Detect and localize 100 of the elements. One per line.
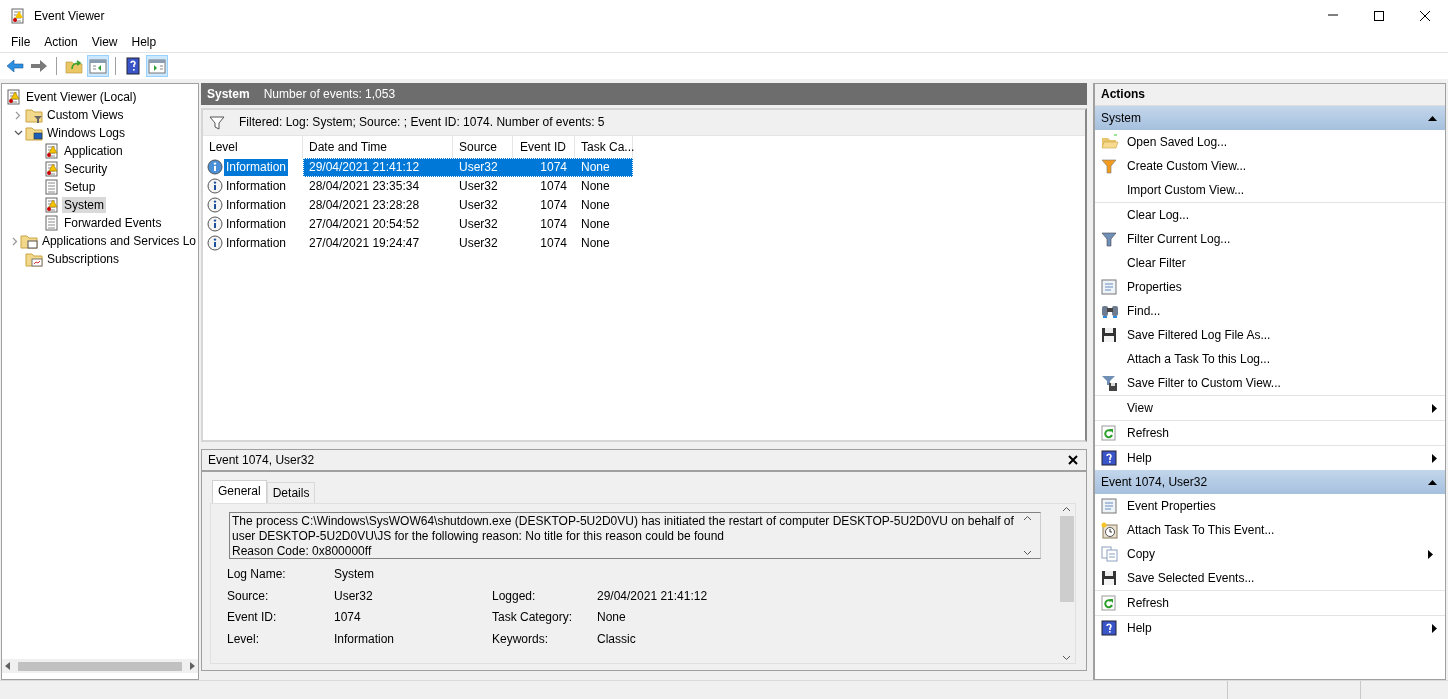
- column-header[interactable]: Level: [203, 136, 303, 158]
- table-cell-text: 1074: [539, 235, 568, 253]
- task-link[interactable]: Save Filter to Custom View...: [1095, 371, 1445, 395]
- table-row[interactable]: 27/04/2021 19:24:47 User32 1074 None: [303, 234, 633, 253]
- field-value: None: [597, 610, 627, 625]
- menu-item[interactable]: File: [4, 34, 38, 50]
- scroll-up-icon[interactable]: [1062, 506, 1071, 513]
- properties-icon: [1101, 498, 1117, 514]
- table-cell-text: Information: [225, 197, 288, 214]
- scroll-down-icon[interactable]: [1062, 655, 1071, 661]
- log-name: System: [207, 86, 250, 102]
- table-row[interactable]: 27/04/2021 20:54:52 User32 1074 None: [303, 215, 633, 234]
- task-link[interactable]: View: [1095, 396, 1445, 420]
- chevron-right-icon[interactable]: [12, 236, 19, 246]
- maximize-icon[interactable]: [1373, 10, 1385, 22]
- task-link[interactable]: Save Filtered Log File As...: [1095, 323, 1445, 347]
- field-label: Keywords:: [492, 631, 550, 646]
- table-cell-text: 1074: [539, 197, 568, 215]
- table-cell-text: 27/04/2021 19:24:47: [308, 235, 421, 253]
- tree-item[interactable]: Custom Views: [45, 106, 126, 124]
- section-title: Event 1074, User32: [1101, 474, 1208, 490]
- submenu-arrow-icon: [1432, 403, 1437, 413]
- collapse-icon[interactable]: [1428, 115, 1437, 121]
- field-label: Level:: [227, 631, 261, 646]
- chevron-down-icon[interactable]: [13, 130, 23, 136]
- scroll-left-icon[interactable]: [5, 662, 10, 670]
- task-link[interactable]: Import Custom View...: [1095, 178, 1441, 202]
- table-cell-text: Information: [225, 235, 288, 252]
- menu-item[interactable]: View: [84, 34, 125, 50]
- task-link[interactable]: Filter Current Log...: [1095, 227, 1445, 251]
- tree-item[interactable]: Windows Logs: [45, 124, 128, 142]
- tab[interactable]: General: [212, 480, 267, 504]
- task-link[interactable]: Refresh: [1095, 421, 1445, 445]
- tree-item[interactable]: Event Viewer (Local): [24, 88, 139, 106]
- info-icon: [207, 159, 223, 176]
- collapse-icon[interactable]: [1428, 479, 1437, 485]
- table-row[interactable]: 29/04/2021 21:41:12 User32 1074 None: [303, 158, 633, 177]
- copy-icon: [1101, 546, 1118, 562]
- properties-icon: [1101, 279, 1117, 295]
- refresh-icon: [1101, 595, 1117, 611]
- task-link[interactable]: Event Properties: [1095, 494, 1441, 518]
- task-link[interactable]: Help: [1095, 616, 1445, 640]
- section-header[interactable]: System: [1095, 106, 1445, 130]
- task-link[interactable]: Open Saved Log...: [1095, 130, 1441, 154]
- submenu-arrow-icon: [1432, 623, 1437, 633]
- close-icon[interactable]: [1068, 455, 1078, 465]
- task-link[interactable]: Properties: [1095, 275, 1445, 299]
- menu-item[interactable]: Help: [124, 34, 164, 50]
- task-link[interactable]: Copy: [1095, 542, 1441, 566]
- scroll-down-icon[interactable]: [1023, 550, 1032, 557]
- scroll-right-icon[interactable]: [190, 662, 195, 670]
- field-value: 1074: [334, 610, 362, 625]
- task-link[interactable]: Attach a Task To this Log...: [1095, 347, 1445, 371]
- section-header[interactable]: Event 1074, User32: [1095, 470, 1445, 494]
- tree-item[interactable]: Security: [62, 160, 110, 178]
- funnel-icon: [1101, 231, 1117, 247]
- task-link[interactable]: Refresh: [1095, 591, 1445, 615]
- field-label: Event ID:: [227, 610, 278, 625]
- table-cell-text: User32: [458, 235, 499, 253]
- table-cell: Information: [224, 159, 289, 176]
- tree-item[interactable]: Forwarded Events: [62, 214, 164, 232]
- scrollbar-thumb[interactable]: [18, 661, 182, 671]
- tree-item[interactable]: Applications and Services Lo: [39, 232, 198, 250]
- task-link[interactable]: Attach Task To This Event...: [1095, 518, 1441, 542]
- chevron-right-icon[interactable]: [15, 110, 21, 120]
- tree-item[interactable]: Application: [62, 142, 125, 160]
- binoculars-icon: [1101, 303, 1119, 319]
- table-cell-text: 27/04/2021 20:54:52: [308, 216, 421, 234]
- task-link[interactable]: Save Selected Events...: [1095, 566, 1441, 590]
- field-label: Log Name:: [227, 567, 287, 582]
- info-icon: [207, 216, 223, 233]
- log-icon: [44, 215, 60, 231]
- task-link[interactable]: Create Custom View...: [1095, 154, 1441, 178]
- event-count: Number of events: 1,053: [263, 86, 396, 102]
- task-link[interactable]: Find...: [1095, 299, 1445, 323]
- submenu-arrow-icon: [1432, 453, 1437, 463]
- menu-item[interactable]: Action: [37, 34, 85, 50]
- close-icon[interactable]: [1419, 10, 1431, 22]
- folder-funnel-icon: [25, 107, 43, 123]
- tree-item[interactable]: Subscriptions: [45, 250, 122, 268]
- funnel-icon: [1101, 158, 1117, 174]
- tree-item[interactable]: System: [62, 196, 106, 214]
- scroll-up-icon[interactable]: [1023, 515, 1032, 522]
- filter-description: Filtered: Log: System; Source: ; Event ID: 1074. Number of events: 5: [239, 115, 605, 130]
- table-cell-text: 28/04/2021 23:35:34: [308, 178, 421, 196]
- table-row[interactable]: 28/04/2021 23:28:28 User32 1074 None: [303, 196, 633, 215]
- field-label: Source:: [227, 588, 270, 604]
- field-label: Task Category:: [492, 610, 574, 625]
- scrollbar-thumb[interactable]: [1059, 516, 1074, 603]
- task-link[interactable]: Help: [1095, 446, 1445, 470]
- pane-title: Actions: [1101, 87, 1145, 102]
- table-cell-text: None: [580, 178, 611, 196]
- tab[interactable]: Details: [266, 482, 316, 504]
- task-link[interactable]: Clear Log...: [1095, 203, 1445, 227]
- table-cell-text: None: [580, 197, 611, 215]
- message-box[interactable]: The process C:\Windows\SysWOW64\shutdown.exe (DESKTOP-5U2D0VU) has initiated the restart of computer DESKTOP-5U2D0VU on behalf of user DESKTOP-5U2D0VU\JS for the following reason: No title for this reason could be found Reason Code: 0x800000ff: [229, 512, 1041, 560]
- tree-item[interactable]: Setup: [62, 178, 98, 196]
- task-link[interactable]: Clear Filter: [1095, 251, 1445, 275]
- table-cell-text: None: [580, 235, 611, 253]
- table-row[interactable]: 28/04/2021 23:35:34 User32 1074 None: [303, 177, 633, 196]
